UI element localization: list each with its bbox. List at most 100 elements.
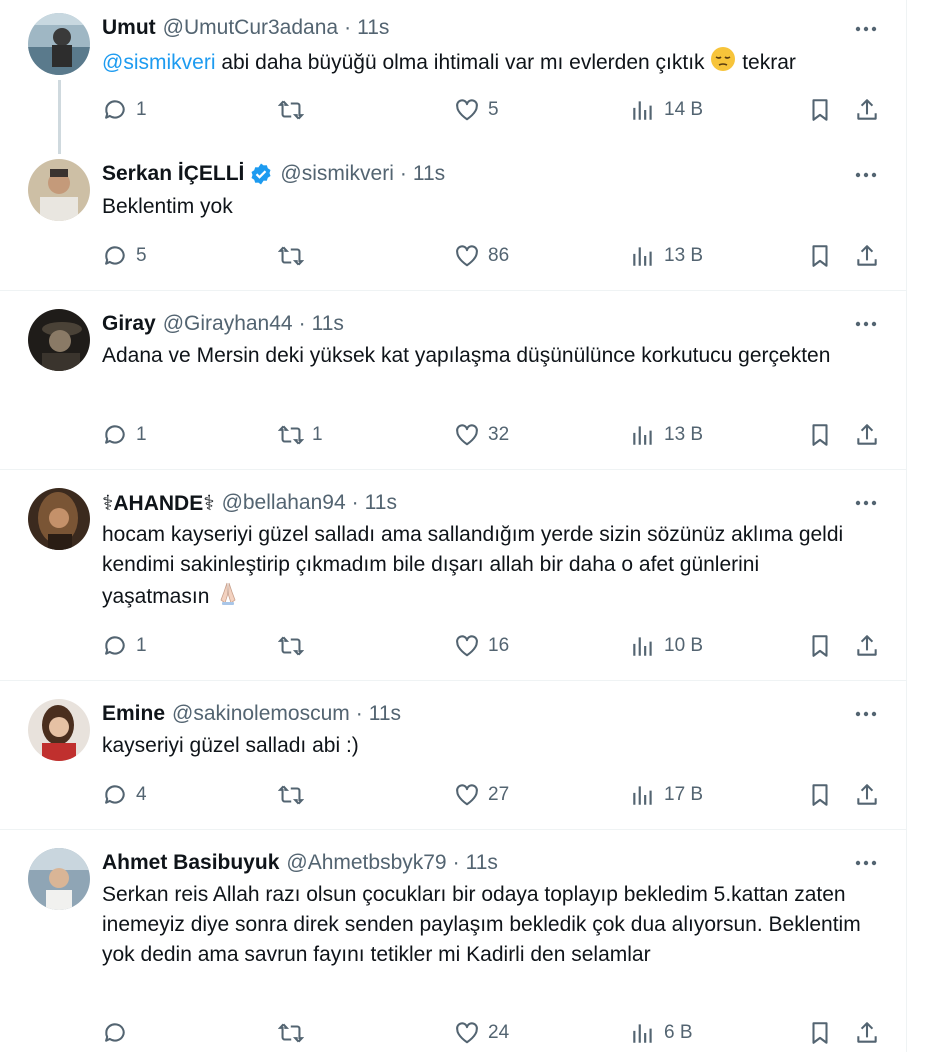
share-icon xyxy=(857,635,877,656)
like-count: 16 xyxy=(488,635,510,656)
retweet-icon xyxy=(278,636,304,656)
heart-icon xyxy=(456,99,478,121)
user-handle[interactable]: @Ahmetbsbyk79 xyxy=(286,851,446,875)
display-name[interactable]: Ahmet Basibuyuk xyxy=(102,851,279,875)
tweet[interactable]: Umut @UmutCur3adana · 11s @sismikveri ab… xyxy=(0,0,906,154)
retweet-button[interactable] xyxy=(278,95,312,125)
share-button[interactable] xyxy=(854,631,880,661)
separator-dot: · xyxy=(351,491,359,514)
timestamp[interactable]: 11s xyxy=(357,16,389,40)
views-button[interactable]: 14 B xyxy=(630,95,703,125)
user-handle[interactable]: @Girayhan44 xyxy=(163,312,293,336)
display-name[interactable]: ⚕AHANDE⚕ xyxy=(102,491,215,516)
user-handle[interactable]: @UmutCur3adana xyxy=(163,16,338,40)
like-button[interactable]: 16 xyxy=(454,631,509,661)
like-button[interactable]: 5 xyxy=(454,95,499,125)
tweet-actions: 1 16 10 B xyxy=(102,631,879,661)
tweet[interactable]: ⚕AHANDE⚕ @bellahan94 · 11s hocam kayseri… xyxy=(0,470,906,681)
retweet-icon xyxy=(278,100,304,120)
views-button[interactable]: 10 B xyxy=(630,631,703,661)
tweet-actions: 1 5 14 B xyxy=(102,95,879,125)
tweet[interactable]: Emine @sakinolemoscum · 11s kayseriyi gü… xyxy=(0,681,906,830)
avatar[interactable] xyxy=(28,159,90,221)
retweet-button[interactable] xyxy=(278,1018,312,1048)
avatar[interactable] xyxy=(28,848,90,910)
user-handle[interactable]: @bellahan94 xyxy=(222,491,346,515)
bookmark-button[interactable] xyxy=(807,95,833,125)
verified-badge-icon xyxy=(249,162,273,186)
avatar[interactable] xyxy=(28,488,90,550)
reply-button[interactable]: 1 xyxy=(102,631,147,661)
share-button[interactable] xyxy=(854,780,880,810)
analytics-icon xyxy=(633,101,652,120)
reply-button[interactable]: 1 xyxy=(102,95,147,125)
share-icon xyxy=(857,1022,877,1043)
more-options-icon[interactable] xyxy=(853,16,879,42)
timestamp[interactable]: 11s xyxy=(312,312,344,336)
avatar[interactable] xyxy=(28,309,90,371)
tweet-header: ⚕AHANDE⚕ @bellahan94 · 11s xyxy=(102,488,397,518)
views-button[interactable]: 13 B xyxy=(630,241,703,271)
display-name[interactable]: Serkan İÇELLİ xyxy=(102,162,244,186)
share-button[interactable] xyxy=(854,241,880,271)
bookmark-button[interactable] xyxy=(807,1018,833,1048)
share-icon xyxy=(857,784,877,805)
more-options-icon[interactable] xyxy=(853,162,879,188)
display-name[interactable]: Emine xyxy=(102,702,165,726)
like-button[interactable]: 86 xyxy=(454,241,509,271)
share-button[interactable] xyxy=(854,95,880,125)
more-options-icon[interactable] xyxy=(853,311,879,337)
timestamp[interactable]: 11s xyxy=(369,702,401,726)
views-button[interactable]: 6 B xyxy=(630,1018,693,1048)
more-options-icon[interactable] xyxy=(853,701,879,727)
tweet[interactable]: Serkan İÇELLİ @sismikveri · 11s Beklenti… xyxy=(0,146,906,291)
timestamp[interactable]: 11s xyxy=(413,162,445,186)
bookmark-icon xyxy=(812,424,828,446)
tweet-header: Serkan İÇELLİ @sismikveri · 11s xyxy=(102,159,445,189)
bookmark-button[interactable] xyxy=(807,241,833,271)
view-count: 13 B xyxy=(664,245,704,266)
bookmark-button[interactable] xyxy=(807,631,833,661)
retweet-button[interactable] xyxy=(278,631,312,661)
user-handle[interactable]: @sakinolemoscum xyxy=(172,702,350,726)
separator-dot: · xyxy=(355,702,363,725)
reply-button[interactable]: 1 xyxy=(102,420,147,450)
mention-link[interactable]: @sismikveri xyxy=(102,51,215,74)
like-button[interactable]: 24 xyxy=(454,1018,509,1048)
retweet-button[interactable] xyxy=(278,241,312,271)
avatar[interactable] xyxy=(28,13,90,75)
share-button[interactable] xyxy=(854,1018,880,1048)
like-button[interactable]: 27 xyxy=(454,780,509,810)
bookmark-button[interactable] xyxy=(807,780,833,810)
tweet-text-content: abi daha büyüğü olma ihtimali var mı evl… xyxy=(215,51,711,75)
retweet-button[interactable]: 1 xyxy=(278,420,323,450)
timestamp[interactable]: 11s xyxy=(365,491,397,515)
view-count: 6 B xyxy=(664,1022,693,1043)
bookmark-button[interactable] xyxy=(807,420,833,450)
reply-button[interactable] xyxy=(102,1018,136,1048)
separator-dot: · xyxy=(298,312,306,335)
tweet[interactable]: Giray @Girayhan44 · 11s Adana ve Mersin … xyxy=(0,291,906,470)
avatar[interactable] xyxy=(28,699,90,761)
reply-feed: Umut @UmutCur3adana · 11s @sismikveri ab… xyxy=(0,0,907,1052)
display-name[interactable]: Giray xyxy=(102,312,156,336)
reply-icon xyxy=(105,246,125,265)
reply-icon xyxy=(105,1023,125,1042)
tweet-header: Umut @UmutCur3adana · 11s xyxy=(102,13,389,43)
share-button[interactable] xyxy=(854,420,880,450)
views-button[interactable]: 13 B xyxy=(630,420,703,450)
reply-button[interactable]: 4 xyxy=(102,780,147,810)
retweet-button[interactable] xyxy=(278,780,312,810)
more-options-icon[interactable] xyxy=(853,850,879,876)
reply-icon xyxy=(105,100,125,119)
tweet[interactable]: Ahmet Basibuyuk @Ahmetbsbyk79 · 11s Serk… xyxy=(0,830,906,1056)
more-options-icon[interactable] xyxy=(853,490,879,516)
display-name[interactable]: Umut xyxy=(102,16,156,40)
retweet-icon xyxy=(278,246,304,266)
views-button[interactable]: 17 B xyxy=(630,780,703,810)
timestamp[interactable]: 11s xyxy=(466,851,498,875)
reply-button[interactable]: 5 xyxy=(102,241,147,271)
user-handle[interactable]: @sismikveri xyxy=(280,162,393,186)
tweet-text-tail: tekrar xyxy=(736,51,796,75)
like-button[interactable]: 32 xyxy=(454,420,509,450)
